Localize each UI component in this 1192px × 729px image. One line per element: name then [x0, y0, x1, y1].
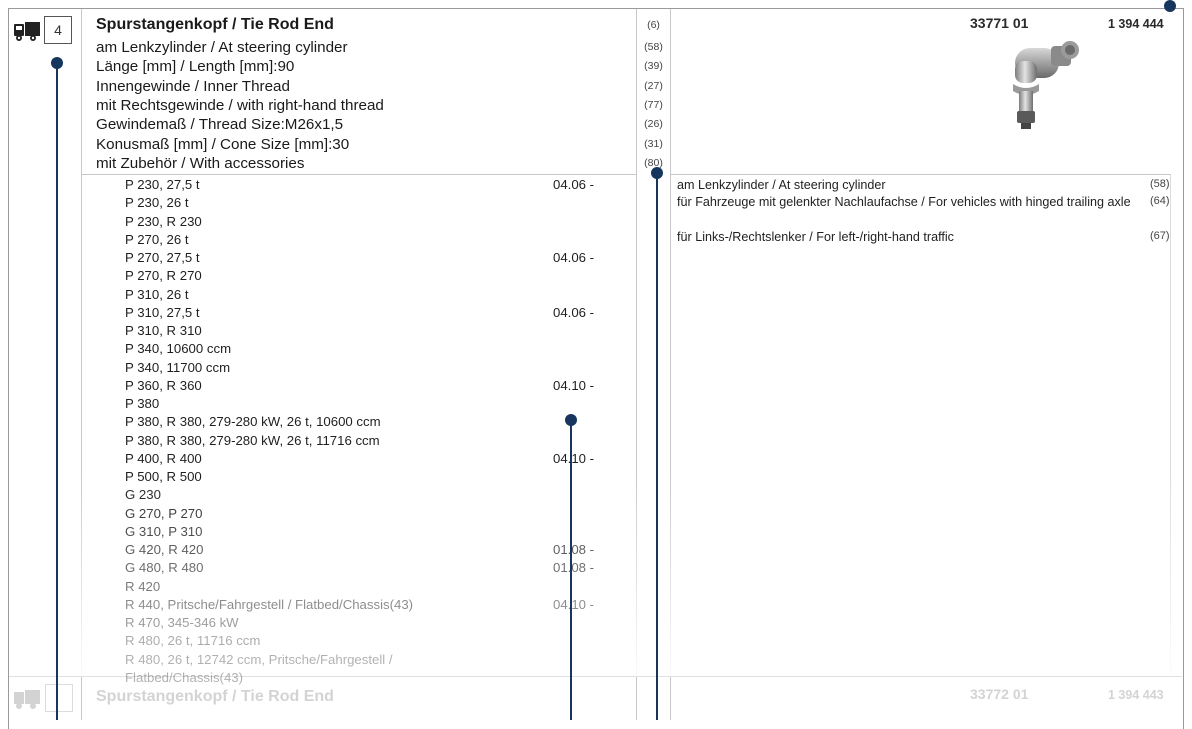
vehicle-model: G 230 [125, 487, 161, 503]
note-ref: (58) [1150, 178, 1170, 190]
callout-marker[interactable] [1164, 0, 1176, 12]
attribute-ref: (26) [644, 118, 663, 131]
callout-marker[interactable] [651, 167, 663, 179]
order-number: 1 394 444 [1108, 17, 1164, 31]
attribute-ref: (31) [644, 137, 663, 150]
vehicle-date: 04.10 - [553, 596, 595, 612]
vehicle-model: P 400, R 400 [125, 450, 202, 466]
truck-icon [14, 22, 40, 42]
vehicle-date: 04.06 - [553, 250, 595, 265]
vehicle-model: P 340, 10600 ccm [125, 341, 232, 357]
row-divider [82, 174, 637, 175]
vehicle-model: P 270, 26 t [125, 231, 189, 247]
note-ref: (64) [1150, 195, 1170, 207]
attribute-text: am Lenkzylinder / At steering cylinder [96, 39, 348, 56]
next-part-number: 33772 01 [970, 686, 1029, 702]
next-part-title: Spurstangenkopf / Tie Rod End [96, 688, 334, 705]
vehicle-model: P 310, R 310 [125, 323, 202, 338]
note-ref: (67) [1150, 230, 1170, 242]
vehicle-date: 01.08 - [553, 542, 595, 557]
attribute-text: mit Zubehör / With accessories [96, 154, 305, 172]
vehicle-model: P 270, 27,5 t [125, 250, 200, 265]
vehicle-date: 04.06 - [553, 304, 595, 320]
vehicle-model: P 270, R 270 [125, 268, 202, 284]
tie-rod-end-image [995, 36, 1095, 141]
vehicle-model: P 230, 26 t [125, 195, 189, 211]
attribute-ref: (80) [644, 156, 663, 169]
vehicle-model: P 230, R 230 [125, 213, 202, 229]
attribute-ref: (77) [644, 98, 663, 111]
callout-line [56, 63, 58, 720]
note-text: für Fahrzeuge mit gelenkter Nachlaufachs… [677, 195, 1131, 209]
vehicle-model: R 440, Pritsche/Fahrgestell / Flatbed/Ch… [125, 596, 414, 612]
position-number: 4 [44, 16, 72, 44]
attribute-ref: (27) [644, 79, 663, 92]
vehicle-model: R 420 [125, 578, 161, 594]
vehicle-date: 01.08 - [553, 560, 595, 576]
vehicle-model: P 310, 26 t [125, 286, 189, 302]
callout-marker[interactable] [565, 414, 577, 426]
part-number: 33771 01 [970, 15, 1029, 31]
next-order-number: 1 394 443 [1108, 688, 1164, 702]
attribute-ref: (58) [644, 41, 663, 53]
truck-icon [14, 690, 40, 709]
column-divider [81, 9, 82, 720]
vehicle-model: R 470, 345-346 kW [125, 615, 239, 630]
title-ref: (6) [647, 19, 660, 31]
vehicle-model: R 480, 26 t, 12742 ccm, Pritsche/Fahrges… [125, 651, 393, 667]
vehicle-model: P 360, R 360 [125, 377, 202, 393]
catalog-page: 4 Spurstangenkopf / Tie Rod End (6) 3377… [0, 0, 1192, 729]
vehicle-model: P 310, 27,5 t [125, 304, 200, 320]
vehicle-model: G 310, P 310 [125, 523, 203, 539]
column-divider [1170, 174, 1171, 674]
attribute-text: Innengewinde / Inner Thread [96, 77, 290, 95]
attribute-text: Gewindemaß / Thread Size:M26x1,5 [96, 116, 344, 134]
attribute-text: Konusmaß [mm] / Cone Size [mm]:30 [96, 135, 350, 153]
vehicle-model: P 500, R 500 [125, 469, 202, 484]
callout-line [656, 175, 658, 720]
column-divider [636, 9, 637, 720]
vehicle-date: 04.06 - [553, 177, 595, 192]
vehicle-model: P 340, 11700 ccm [125, 359, 231, 375]
part-title: Spurstangenkopf / Tie Rod End [96, 16, 334, 33]
vehicle-model: G 420, R 420 [125, 542, 204, 557]
attribute-text: mit Rechtsgewinde / with right-hand thre… [96, 96, 384, 114]
vehicle-model: P 230, 27,5 t [125, 177, 200, 192]
note-text: am Lenkzylinder / At steering cylinder [677, 178, 886, 192]
attribute-ref: (39) [644, 60, 663, 73]
vehicle-model: R 480, 26 t, 11716 ccm [125, 633, 261, 649]
vehicle-date: 04.10 - [553, 377, 595, 393]
position-number [45, 684, 73, 712]
vehicle-model: P 380 [125, 396, 160, 411]
vehicle-model: G 480, R 480 [125, 560, 204, 576]
callout-marker[interactable] [51, 57, 63, 69]
vehicle-date: 04.10 - [553, 450, 595, 466]
vehicle-model: Flatbed/Chassis(43) [125, 669, 244, 685]
column-divider [670, 9, 671, 720]
note-text: für Links-/Rechtslenker / For left-/righ… [677, 230, 954, 244]
row-divider [671, 174, 1171, 175]
vehicle-model: P 380, R 380, 279-280 kW, 26 t, 10600 cc… [125, 414, 381, 430]
attribute-text: Länge [mm] / Length [mm]:90 [96, 58, 295, 76]
vehicle-model: P 380, R 380, 279-280 kW, 26 t, 11716 cc… [125, 432, 380, 448]
vehicle-model: G 270, P 270 [125, 505, 203, 521]
